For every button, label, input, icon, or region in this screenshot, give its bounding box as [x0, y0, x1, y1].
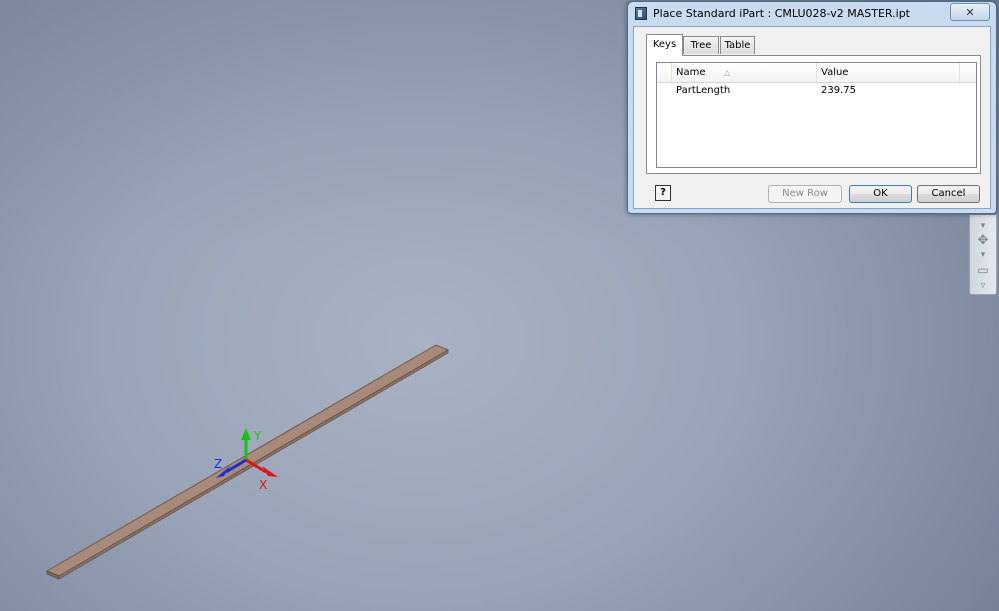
- column-name-label: Name: [676, 67, 706, 78]
- header-spacer: [657, 63, 672, 82]
- navbar-arrow-icon[interactable]: ▾: [970, 250, 996, 260]
- navigation-bar[interactable]: ▾ ✥ ▾ ▭ ▿: [969, 215, 997, 295]
- x-axis-label: X: [259, 478, 267, 492]
- list-item[interactable]: PartLength 239.75: [657, 82, 976, 100]
- navbar-menu-icon[interactable]: ▿: [970, 281, 996, 291]
- new-row-button[interactable]: New Row: [768, 185, 842, 203]
- y-axis-arrow: [241, 428, 251, 440]
- tab-table[interactable]: Table: [720, 36, 755, 54]
- dialog-titlebar[interactable]: Place Standard iPart : CMLU028-v2 MASTER…: [628, 2, 996, 26]
- keys-tab-panel: Name △ Value PartLength 239.75: [646, 55, 981, 174]
- dialog-body: Keys Tree Table Name △ Value PartLength …: [633, 26, 991, 209]
- z-axis-label: Z: [214, 457, 222, 471]
- row-value[interactable]: 239.75: [821, 82, 856, 100]
- cancel-button[interactable]: Cancel: [917, 185, 980, 203]
- close-button[interactable]: ✕: [950, 3, 990, 21]
- tab-tree[interactable]: Tree: [683, 36, 719, 54]
- navbar-arrow-icon[interactable]: ▾: [970, 221, 996, 231]
- view-face-icon[interactable]: ▭: [970, 263, 996, 277]
- ok-button[interactable]: OK: [849, 185, 912, 203]
- column-header-name[interactable]: Name △: [672, 63, 817, 82]
- pan-icon[interactable]: ✥: [970, 233, 996, 248]
- y-axis-label: Y: [253, 429, 262, 443]
- place-ipart-dialog: Place Standard iPart : CMLU028-v2 MASTER…: [627, 1, 997, 214]
- column-header-value[interactable]: Value: [817, 63, 960, 82]
- keys-list[interactable]: Name △ Value PartLength 239.75: [656, 62, 977, 168]
- dialog-title: Place Standard iPart : CMLU028-v2 MASTER…: [653, 7, 910, 20]
- help-button[interactable]: ?: [655, 185, 671, 201]
- tab-keys[interactable]: Keys: [646, 34, 683, 56]
- list-header: Name △ Value: [657, 63, 976, 83]
- sort-ascending-icon: △: [724, 68, 731, 77]
- inventor-app-icon: [635, 7, 647, 20]
- row-name: PartLength: [676, 85, 731, 96]
